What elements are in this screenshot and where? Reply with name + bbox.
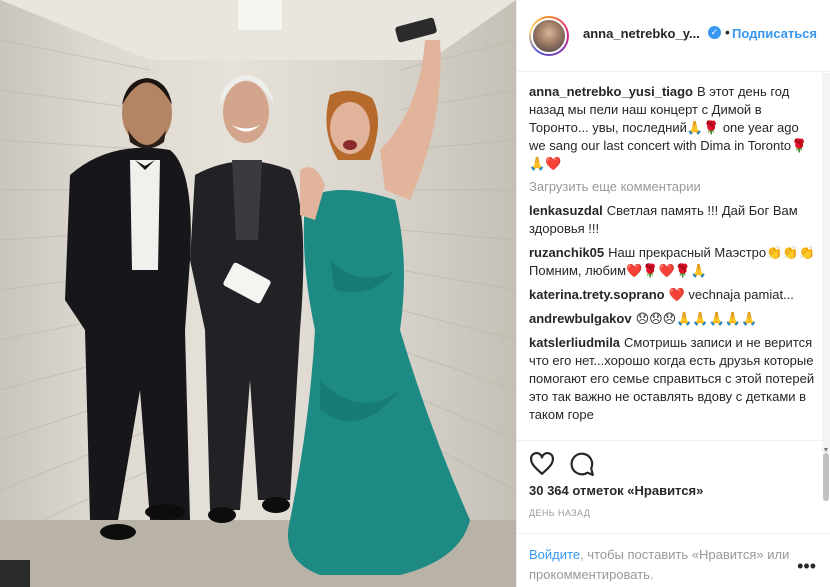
comment-item: katerina.trety.soprano ❤️ vechnaja pamiat… — [529, 286, 815, 304]
comment-text: 😞😞😞🙏🙏🙏🙏🙏 — [635, 311, 758, 326]
comment-item: lenkasuzdal Светлая память !!! Дай Бог Ва… — [529, 202, 815, 238]
verified-badge-icon: ✓ — [708, 26, 721, 39]
comment-username[interactable]: katslerliudmila — [529, 335, 620, 350]
instagram-post: anna_netrebko_y... ✓ • Подписаться anna_… — [0, 0, 830, 587]
login-link[interactable]: Войдите — [529, 547, 580, 562]
more-options-icon[interactable]: ••• — [797, 556, 816, 577]
post-photo[interactable] — [0, 0, 516, 587]
comment-username[interactable]: andrewbulgakov — [529, 311, 632, 326]
photo-illustration — [0, 0, 516, 587]
header-username[interactable]: anna_netrebko_y... — [583, 26, 700, 41]
comment-username[interactable]: ruzanchik05 — [529, 245, 604, 260]
avatar-story-ring[interactable] — [529, 16, 569, 56]
caption-username[interactable]: anna_netrebko_yusi_tiago — [529, 84, 693, 99]
comment-icon[interactable] — [569, 451, 595, 477]
comment-item: ruzanchik05 Наш прекрасный Маэстро👏👏👏Помн… — [529, 244, 815, 280]
action-bar — [517, 440, 830, 485]
comment-username[interactable]: katerina.trety.soprano — [529, 287, 665, 302]
caption: anna_netrebko_yusi_tiago В этот день год … — [529, 83, 815, 173]
post-timestamp[interactable]: день назад — [529, 508, 590, 518]
separator-dot: • — [725, 24, 730, 40]
comments-list[interactable]: anna_netrebko_yusi_tiago В этот день год … — [517, 73, 830, 438]
comment-text: ❤️ vechnaja pamiat... — [668, 287, 794, 302]
post-side-panel: anna_netrebko_y... ✓ • Подписаться anna_… — [516, 0, 830, 587]
heart-icon[interactable] — [529, 451, 555, 477]
comments-scrollbar[interactable] — [822, 73, 830, 501]
load-more-comments-button[interactable]: Загрузить еще комментарии — [529, 179, 815, 194]
post-header: anna_netrebko_y... ✓ • Подписаться — [517, 0, 830, 72]
follow-button[interactable]: Подписаться — [732, 26, 817, 41]
comment-item: katslerliudmila Смотришь записи и не вери… — [529, 334, 815, 424]
avatar[interactable] — [531, 18, 567, 54]
likes-count[interactable]: 30 364 отметок «Нравится» — [529, 483, 703, 498]
login-prompt: Войдите, чтобы поставить «Нравится» или … — [517, 533, 830, 587]
comment-username[interactable]: lenkasuzdal — [529, 203, 603, 218]
comment-item: andrewbulgakov 😞😞😞🙏🙏🙏🙏🙏 — [529, 310, 815, 328]
